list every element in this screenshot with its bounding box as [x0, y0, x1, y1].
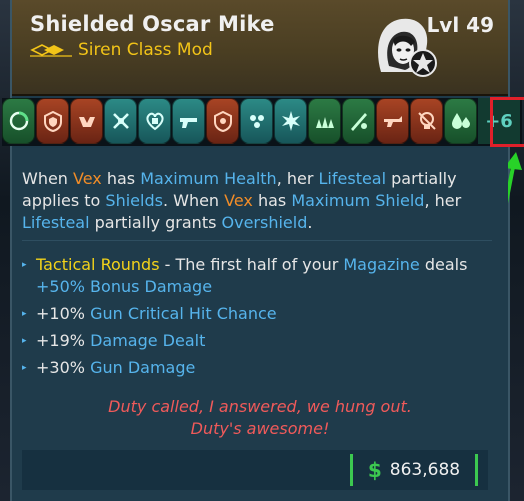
bullet-marker-icon: ▸ — [22, 336, 27, 346]
flavor-text: Duty called, I answered, we hung out. Du… — [12, 396, 508, 440]
stat-damage-dealt: ▸ +19% Damage Dealt — [22, 331, 206, 350]
item-description: When Vex has Maximum Health, her Lifeste… — [22, 169, 462, 232]
perk-teal-crossed-icon-glyph — [112, 113, 129, 129]
stat-gun-crit: ▸ +10% Gun Critical Hit Chance — [22, 304, 277, 323]
pet-badge-icon — [409, 49, 437, 77]
stat-gun-damage: ▸ +30% Gun Damage — [22, 358, 196, 377]
price-box: $ 863,688 — [350, 454, 478, 486]
class-mod-icon — [30, 44, 72, 57]
bullet-marker-icon: ▸ — [22, 363, 27, 373]
dollar-icon: $ — [367, 458, 382, 482]
perk-green-grass-icon[interactable] — [308, 98, 341, 144]
flavor-line-2: Duty's awesome! — [190, 419, 330, 438]
perk-red-shield-icon[interactable] — [36, 98, 69, 144]
bullet-marker-icon: ▸ — [22, 260, 27, 270]
perk-green-blade-icon-glyph — [350, 113, 367, 131]
price-bar: $ 863,688 — [22, 450, 488, 490]
flavor-line-1: Duty called, I answered, we hung out. — [108, 397, 412, 416]
perk-red-rifle-icon-glyph — [383, 116, 402, 127]
perk-teal-gun-icon[interactable] — [172, 98, 205, 144]
class-line: Siren Class Mod — [30, 40, 213, 60]
perk-red-hands-icon-glyph — [78, 117, 95, 127]
keyword-vex: Vex — [73, 169, 102, 188]
background-right-edge — [510, 0, 524, 501]
perk-red-hands-icon[interactable] — [70, 98, 103, 144]
perk-teal-heart-icon-glyph — [145, 112, 164, 131]
perk-teal-burst-icon[interactable] — [274, 98, 307, 144]
perk-green-drops-icon[interactable] — [444, 98, 477, 144]
annotation-highlight-box — [490, 97, 524, 147]
item-level: Lvl 49 — [426, 13, 494, 37]
skill-name: Tactical Rounds — [36, 255, 160, 274]
perk-teal-burst-icon-glyph — [281, 111, 300, 131]
perk-green-drops-icon-glyph — [451, 113, 470, 129]
item-details: When Vex has Maximum Health, her Lifeste… — [12, 148, 508, 501]
item-name: Shielded Oscar Mike — [30, 12, 275, 36]
item-card: Shielded Oscar Mike Siren Class Mod Lvl … — [2, 0, 524, 501]
divider — [22, 240, 492, 241]
stat-tactical-rounds: ▸ Tactical Rounds - The first half of you… — [22, 255, 468, 296]
perk-icon-strip: +6 — [2, 98, 522, 146]
keyword-shields: Shields — [105, 191, 163, 210]
background-left-edge — [0, 0, 10, 501]
item-header: Shielded Oscar Mike Siren Class Mod Lvl … — [12, 0, 508, 96]
perk-teal-crossed-icon[interactable] — [104, 98, 137, 144]
keyword-lifesteal: Lifesteal — [318, 169, 387, 188]
perk-red-skull-icon[interactable] — [410, 98, 443, 144]
perk-red-emblem-icon[interactable] — [206, 98, 239, 144]
keyword-vex: Vex — [224, 191, 253, 210]
keyword-bonus-damage: +50% Bonus Damage — [36, 277, 213, 296]
perk-teal-orbs-icon-glyph — [249, 115, 264, 128]
perk-red-skull-icon-glyph — [417, 112, 436, 130]
perk-teal-orbs-icon[interactable] — [240, 98, 273, 144]
keyword-max-health: Maximum Health — [140, 169, 277, 188]
perk-red-shield-icon-glyph — [43, 110, 62, 133]
perk-red-emblem-icon-glyph — [213, 110, 232, 133]
perk-teal-gun-icon-glyph — [179, 118, 197, 128]
perk-teal-heart-icon[interactable] — [138, 98, 171, 144]
perk-green-swirl-icon-glyph — [9, 111, 28, 131]
price-value: 863,688 — [389, 460, 461, 480]
keyword-lifesteal: Lifesteal — [22, 213, 90, 232]
stat-list: ▸ Tactical Rounds - The first half of you… — [22, 254, 492, 384]
perk-green-grass-icon-glyph — [315, 117, 334, 128]
keyword-max-shield: Maximum Shield — [291, 191, 425, 210]
bullet-marker-icon: ▸ — [22, 309, 27, 319]
class-label: Siren Class Mod — [78, 40, 213, 60]
keyword-overshield: Overshield — [221, 213, 308, 232]
perk-green-swirl-icon[interactable] — [2, 98, 35, 144]
perk-red-rifle-icon[interactable] — [376, 98, 409, 144]
keyword-magazine: Magazine — [343, 255, 420, 274]
perk-green-blade-icon[interactable] — [342, 98, 375, 144]
